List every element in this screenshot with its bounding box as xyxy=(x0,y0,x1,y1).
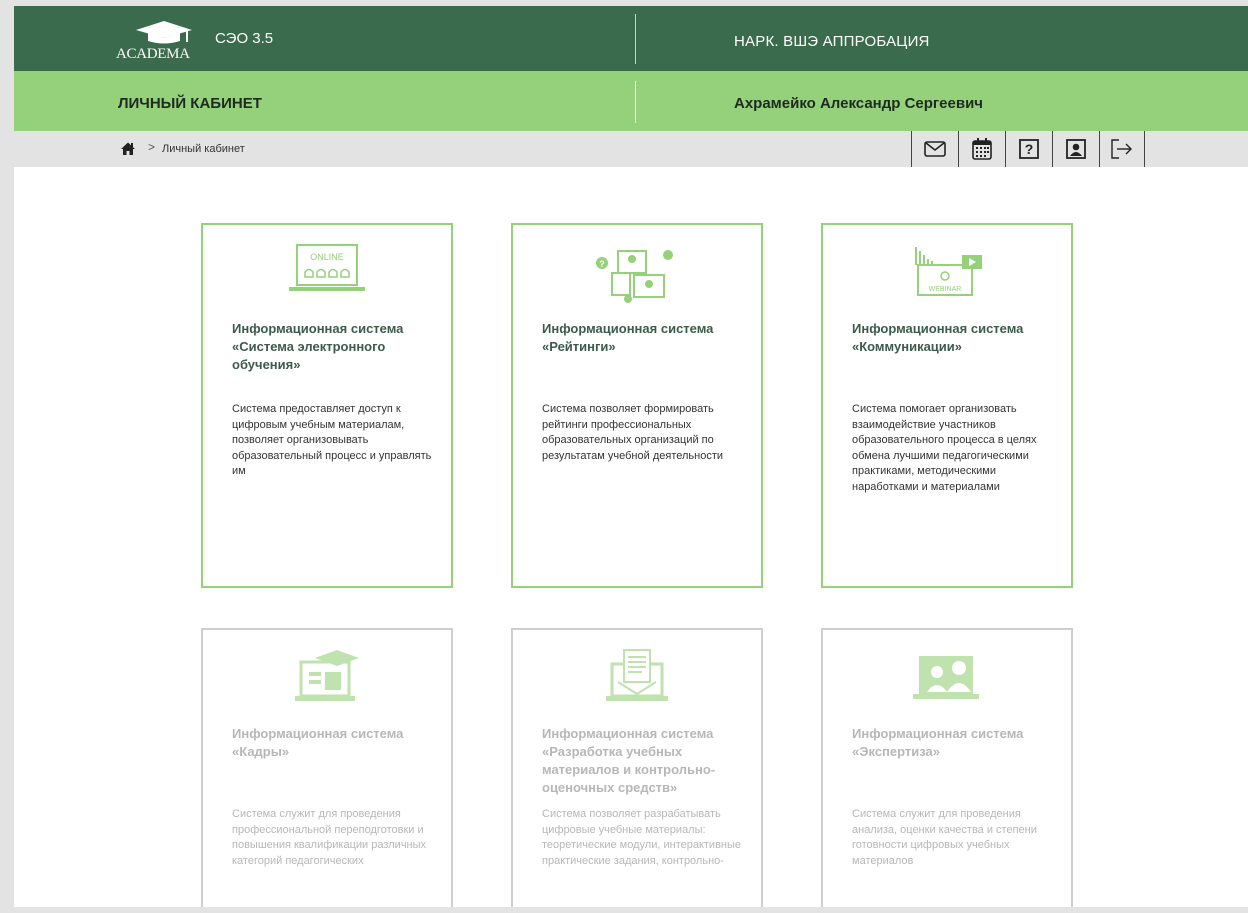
svg-text:WEBINAR: WEBINAR xyxy=(929,286,962,293)
card-description: Система предоставляет доступ к цифровым … xyxy=(232,403,432,477)
card-title: Информационная система «Экспертиза» xyxy=(852,726,1024,759)
expertise-icon xyxy=(913,656,979,699)
card-communications[interactable]: WEBINAR Информационная система «Коммуник… xyxy=(821,223,1073,588)
toolbar: ? xyxy=(911,131,1145,167)
profile-icon xyxy=(1066,139,1086,159)
webinar-icon: WEBINAR xyxy=(915,247,982,296)
personnel-icon xyxy=(295,650,359,701)
section-title: ЛИЧНЫЙ КАБИНЕТ xyxy=(118,95,262,112)
card-elearning[interactable]: ONLINE Информационная система «Система э… xyxy=(201,223,453,588)
calendar-button[interactable] xyxy=(958,131,1005,167)
card-description: Система помогает организовать взаимодейс… xyxy=(852,403,1037,493)
breadcrumb: > Личный кабинет ? xyxy=(14,131,1248,167)
svg-text:?: ? xyxy=(1025,141,1034,157)
card-description: Система позволяет формировать рейтинги п… xyxy=(542,403,724,462)
app-window: ACADEMA СЭО 3.5 НАРК. ВШЭ АППРОБАЦИЯ ЛИЧ… xyxy=(14,6,1248,907)
materials-development-icon xyxy=(606,649,668,701)
mail-button[interactable] xyxy=(911,131,958,167)
profile-button[interactable] xyxy=(1052,131,1099,167)
card-title: Информационная система «Разработка учебн… xyxy=(542,726,716,795)
breadcrumb-current: Личный кабинет xyxy=(162,143,245,155)
user-name: Ахрамейко Александр Сергеевич xyxy=(734,95,983,112)
svg-text:ONLINE: ONLINE xyxy=(310,252,344,262)
academia-logo[interactable]: ACADEMA xyxy=(116,19,200,63)
breadcrumb-separator: > xyxy=(148,140,156,154)
card-title: Информационная система «Система электрон… xyxy=(232,321,404,372)
card-title: Информационная система «Кадры» xyxy=(232,726,404,759)
card-description: Система позволяет разрабатывать цифровые… xyxy=(542,808,742,867)
home-icon[interactable] xyxy=(121,142,135,155)
card-title: Информационная система «Рейтинги» xyxy=(542,321,714,354)
help-button[interactable]: ? xyxy=(1005,131,1052,167)
card-ratings[interactable]: ? Информационная система «Рейтинги» Сист… xyxy=(511,223,763,588)
graduation-cap-icon xyxy=(136,21,192,44)
online-learning-icon: ONLINE xyxy=(289,244,365,291)
ratings-icon: ? xyxy=(596,250,673,303)
sub-header-divider xyxy=(635,81,636,123)
logout-button[interactable] xyxy=(1099,131,1145,167)
app-name: СЭО 3.5 xyxy=(215,30,274,47)
mail-icon xyxy=(924,141,946,157)
help-icon: ? xyxy=(1019,139,1039,159)
card-title: Информационная система «Коммуникации» xyxy=(852,321,1024,354)
svg-text:?: ? xyxy=(599,259,605,269)
sub-header: ЛИЧНЫЙ КАБИНЕТ Ахрамейко Александр Серге… xyxy=(14,71,1248,131)
card-materials-development[interactable]: Информационная система «Разработка учебн… xyxy=(511,628,763,907)
organization-name: НАРК. ВШЭ АППРОБАЦИЯ xyxy=(734,33,930,50)
card-description: Система служит для проведения профессион… xyxy=(232,808,427,867)
logout-icon xyxy=(1111,139,1132,159)
card-expertise[interactable]: Информационная система «Экспертиза» Сист… xyxy=(821,628,1073,907)
calendar-icon xyxy=(972,138,992,160)
logo-text: ACADEMA xyxy=(116,46,190,62)
top-header: ACADEMA СЭО 3.5 НАРК. ВШЭ АППРОБАЦИЯ xyxy=(14,6,1248,71)
card-description: Система служит для проведения анализа, о… xyxy=(852,808,1037,867)
card-personnel[interactable]: Информационная система «Кадры» Система с… xyxy=(201,628,453,907)
header-divider xyxy=(635,14,636,64)
